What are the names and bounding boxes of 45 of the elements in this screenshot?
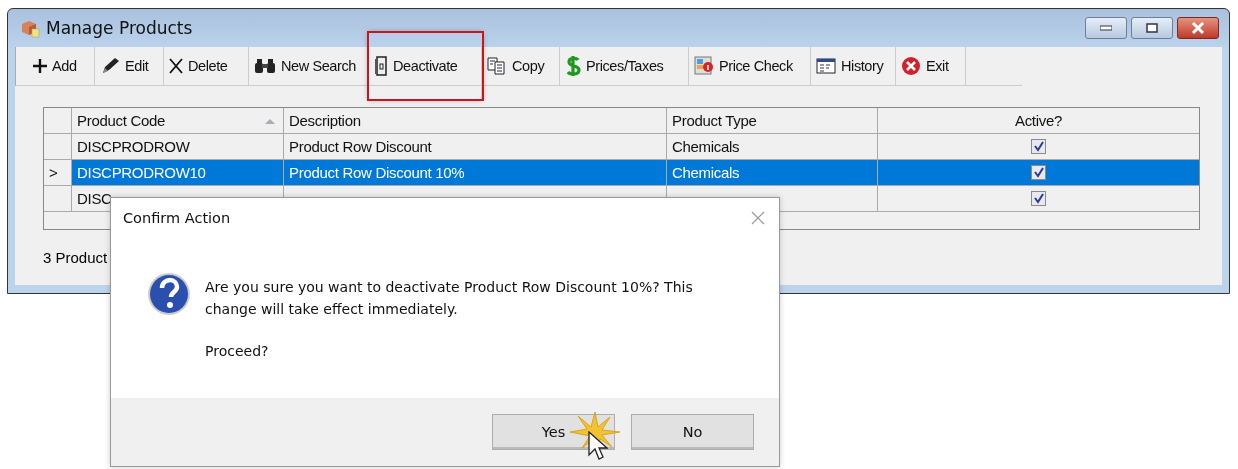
window-title: Manage Products: [46, 18, 193, 38]
copy-icon: [487, 57, 507, 75]
exit-button[interactable]: Exit: [896, 47, 966, 85]
row-header: [44, 186, 72, 212]
table-row[interactable]: > DISCPRODROW10 Product Row Discount 10% Chemicals: [44, 160, 1199, 186]
cursor-icon: [588, 431, 608, 461]
checkbox[interactable]: [1031, 139, 1046, 154]
checkbox[interactable]: [1031, 165, 1046, 180]
list-window-icon: [816, 58, 836, 74]
checkbox[interactable]: [1031, 191, 1046, 206]
maximize-icon: [1146, 23, 1158, 33]
delete-button[interactable]: Delete: [164, 47, 249, 85]
dialog-message: Are you sure you want to deactivate Product Row Discount 10%? This change will take effect immediately.: [205, 278, 694, 319]
close-icon: [169, 58, 183, 74]
table-cell: DISCPRODROW10: [72, 160, 284, 186]
dialog-title: Confirm Action: [123, 210, 231, 226]
history-button[interactable]: History: [811, 47, 896, 85]
close-icon[interactable]: [751, 211, 765, 225]
add-button[interactable]: Add: [28, 47, 95, 85]
box-icon: [20, 18, 40, 38]
close-icon: [1191, 22, 1205, 34]
table-cell: Chemicals: [667, 160, 878, 186]
maximize-button[interactable]: [1131, 17, 1173, 39]
prices-button[interactable]: Prices/Taxes: [560, 47, 689, 85]
close-button[interactable]: [1177, 17, 1219, 39]
close-icon: [901, 56, 921, 76]
copy-button[interactable]: Copy: [482, 47, 560, 85]
dialog-question: Proceed?: [205, 342, 270, 361]
minimize-button[interactable]: [1085, 17, 1127, 39]
plus-icon: [33, 59, 47, 73]
pricecheck-button[interactable]: Price Check: [689, 47, 811, 85]
minimize-icon: [1100, 25, 1112, 31]
document-icon: [374, 56, 388, 76]
deactivate-button[interactable]: Deactivate: [369, 33, 482, 99]
binoculars-icon: [254, 58, 276, 74]
table-cell: Product Row Discount 10%: [284, 160, 667, 186]
question-icon: [147, 272, 191, 316]
dialog-button[interactable]: No: [631, 414, 754, 450]
pen-icon: [100, 57, 120, 75]
info-icon: [694, 56, 714, 76]
dollar-icon: [565, 55, 581, 77]
edit-button[interactable]: Edit: [95, 47, 164, 85]
table-row[interactable]: DISCPRODROW Product Row Discount Chemicals: [44, 134, 1199, 160]
record-count: 3 Product: [43, 249, 109, 266]
search-button[interactable]: New Search: [249, 47, 369, 85]
